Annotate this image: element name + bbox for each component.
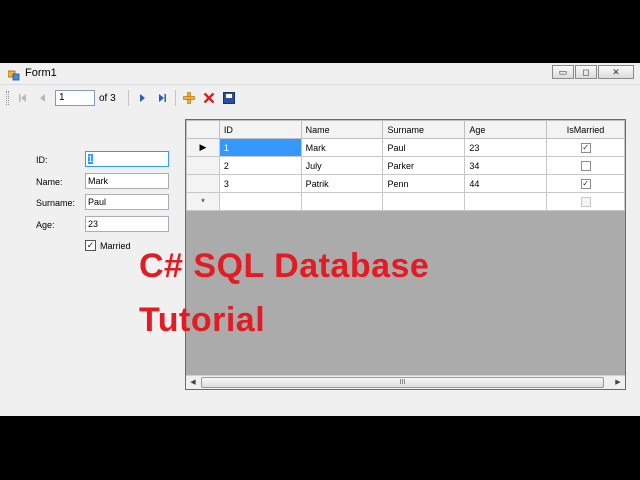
toolbar-separator — [175, 90, 176, 106]
new-cell-name[interactable] — [300, 192, 384, 211]
cell-age[interactable]: 44 — [464, 174, 548, 193]
table-row[interactable]: ▶ 1 Mark Paul 23 ✓ — [186, 138, 625, 157]
new-row[interactable]: * — [186, 192, 625, 211]
cell-id[interactable]: 3 — [218, 174, 302, 193]
cell-id[interactable]: 1 — [218, 138, 302, 157]
overlay-title-line2: Tutorial — [139, 301, 266, 339]
form-icon — [8, 70, 20, 81]
new-cell-id[interactable] — [218, 192, 302, 211]
new-row-marker[interactable]: * — [186, 192, 220, 211]
move-previous-button[interactable] — [35, 90, 51, 106]
new-cell-surname[interactable] — [382, 192, 466, 211]
move-last-button[interactable] — [154, 90, 170, 106]
move-next-button[interactable] — [134, 90, 150, 106]
delete-button[interactable] — [201, 90, 217, 106]
table-row[interactable]: 2 July Parker 34 — [186, 156, 625, 175]
cell-age[interactable]: 34 — [464, 156, 548, 175]
position-textbox[interactable]: 1 — [55, 90, 95, 106]
cell-id[interactable]: 2 — [218, 156, 302, 175]
maximize-button[interactable]: ◻ — [575, 65, 597, 79]
toolbar-separator — [128, 90, 129, 106]
new-cell-ismarried[interactable] — [546, 192, 625, 211]
id-field[interactable]: 1 — [85, 151, 169, 167]
cell-ismarried[interactable]: ✓ — [546, 174, 625, 193]
ismarried-checkbox[interactable] — [580, 160, 591, 171]
window-title: Form1 — [25, 67, 57, 79]
move-next-icon — [140, 94, 145, 102]
cell-name[interactable]: July — [300, 156, 384, 175]
overlay-title-line1: C# SQL Database — [139, 247, 430, 285]
cell-name[interactable]: Mark — [300, 138, 384, 157]
name-label: Name: — [36, 177, 63, 187]
scroll-left-icon[interactable]: ◀ — [186, 376, 200, 389]
row-header[interactable] — [186, 156, 220, 175]
ismarried-checkbox[interactable]: ✓ — [580, 178, 591, 189]
scroll-right-icon[interactable]: ▶ — [611, 376, 625, 389]
delete-icon — [203, 92, 215, 104]
add-icon — [183, 92, 195, 104]
column-header-ismarried[interactable]: IsMarried — [546, 120, 625, 139]
move-first-button[interactable] — [15, 90, 31, 106]
save-button[interactable] — [221, 90, 237, 106]
scroll-thumb[interactable]: III — [201, 377, 604, 388]
column-header-surname[interactable]: Surname — [382, 120, 466, 139]
title-bar[interactable]: Form1 ▭ ◻ ✕ — [0, 63, 640, 85]
ismarried-checkbox[interactable]: ✓ — [580, 142, 591, 153]
cell-surname[interactable]: Penn — [382, 174, 466, 193]
cell-ismarried[interactable] — [546, 156, 625, 175]
id-value: 1 — [88, 154, 94, 164]
minimize-button[interactable]: ▭ — [552, 65, 574, 79]
binding-navigator: 1 of 3 — [6, 88, 241, 108]
cell-name[interactable]: Patrik — [300, 174, 384, 193]
data-grid-table: ID Name Surname Age IsMarried ▶ 1 Mark P… — [186, 120, 625, 211]
move-last-icon — [159, 94, 166, 102]
column-header-name[interactable]: Name — [300, 120, 384, 139]
window-controls: ▭ ◻ ✕ — [551, 65, 634, 79]
id-label: ID: — [36, 155, 48, 165]
married-checkbox[interactable]: ✓ — [85, 240, 96, 251]
age-label: Age: — [36, 220, 55, 230]
name-field[interactable]: Mark — [85, 173, 169, 189]
toolbar-grip[interactable] — [6, 91, 9, 105]
column-header-age[interactable]: Age — [464, 120, 548, 139]
column-header-id[interactable]: ID — [218, 120, 302, 139]
save-icon — [223, 92, 235, 104]
header-row: ID Name Surname Age IsMarried — [186, 120, 625, 139]
cell-age[interactable]: 23 — [464, 138, 548, 157]
close-button[interactable]: ✕ — [598, 65, 634, 79]
surname-label: Surname: — [36, 198, 76, 208]
move-first-icon — [19, 94, 26, 102]
cell-ismarried[interactable]: ✓ — [546, 138, 625, 157]
grid-corner[interactable] — [186, 120, 220, 139]
row-header[interactable] — [186, 174, 220, 193]
ismarried-checkbox[interactable] — [580, 196, 591, 207]
married-label: Married — [100, 241, 131, 251]
cell-surname[interactable]: Paul — [382, 138, 466, 157]
count-label: of 3 — [99, 92, 116, 104]
app-window: Form1 ▭ ◻ ✕ 1 of 3 ID: 1 Name: Mark Surn… — [0, 63, 640, 416]
age-field[interactable]: 23 — [85, 216, 169, 232]
move-previous-icon — [40, 94, 45, 102]
row-header[interactable]: ▶ — [186, 138, 220, 157]
new-cell-age[interactable] — [464, 192, 548, 211]
add-new-button[interactable] — [181, 90, 197, 106]
cell-surname[interactable]: Parker — [382, 156, 466, 175]
surname-field[interactable]: Paul — [85, 194, 169, 210]
table-row[interactable]: 3 Patrik Penn 44 ✓ — [186, 174, 625, 193]
horizontal-scrollbar[interactable]: ◀ III ▶ — [186, 375, 625, 389]
